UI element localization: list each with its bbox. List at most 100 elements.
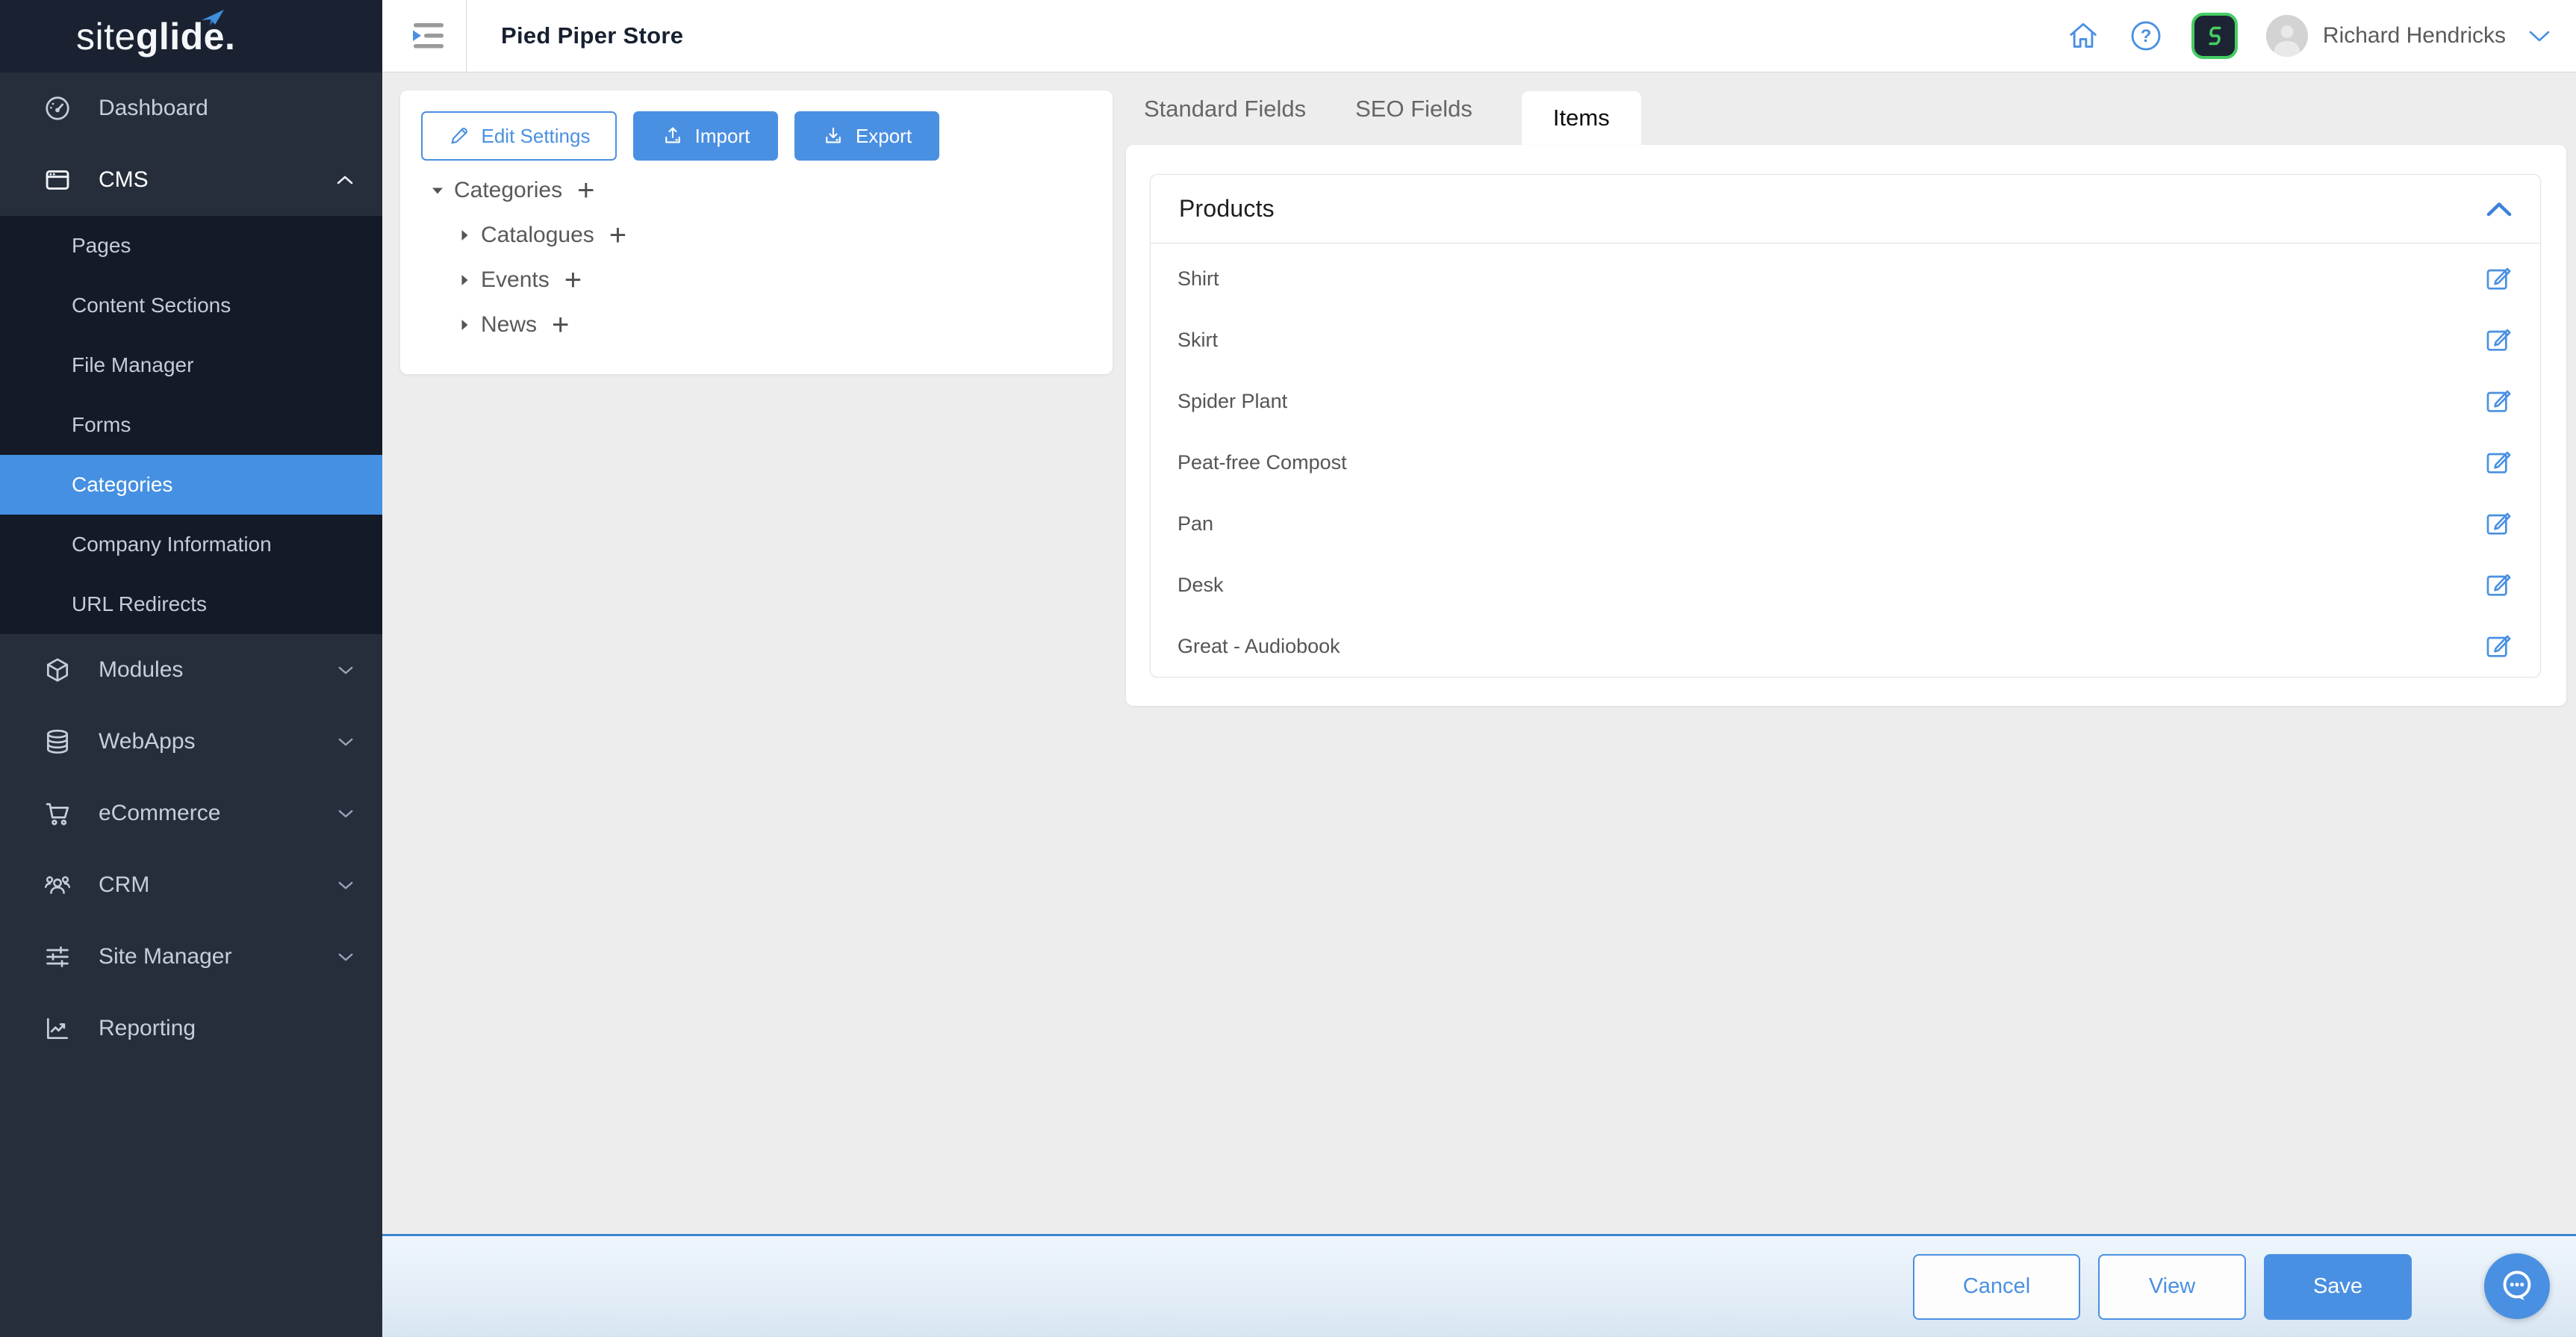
caret-collapsed-icon[interactable] [448, 274, 481, 286]
product-row: Skirt [1151, 309, 2540, 370]
siteglide-badge-icon[interactable] [2191, 13, 2238, 59]
tree-node-events: Events + [421, 258, 1113, 303]
view-button[interactable]: View [2098, 1254, 2246, 1320]
cms-submenu: Pages Content Sections File Manager Form… [0, 216, 382, 634]
chevron-down-icon [2528, 30, 2551, 43]
tree-node-catalogues: Catalogues + [421, 213, 1113, 258]
edit-item-icon[interactable] [2483, 325, 2513, 355]
database-icon [42, 726, 73, 757]
product-row: Shirt [1151, 248, 2540, 309]
edit-item-icon[interactable] [2483, 447, 2513, 477]
main-area: Pied Piper Store ? Richard Hendricks [382, 0, 2576, 1337]
logo-site: site [76, 16, 136, 58]
sidebar-item-company-information[interactable]: Company Information [0, 515, 382, 574]
caret-collapsed-icon[interactable] [448, 319, 481, 331]
categories-toolbar: Edit Settings Import Export [421, 111, 1113, 161]
product-name: Skirt [1177, 329, 1218, 352]
sidebar-item-forms[interactable]: Forms [0, 395, 382, 455]
import-label: Import [695, 125, 750, 148]
submenu-label: Categories [72, 473, 172, 497]
browser-window-icon [42, 164, 73, 196]
product-row: Spider Plant [1151, 370, 2540, 432]
sidebar-item-crm[interactable]: CRM [0, 849, 382, 921]
sidebar: siteglide. Dashboard CMS [0, 0, 382, 1337]
product-row: Pan [1151, 493, 2540, 554]
sidebar-item-file-manager[interactable]: File Manager [0, 335, 382, 395]
tree-node-label[interactable]: Events [481, 267, 550, 293]
sidebar-item-site-manager[interactable]: Site Manager [0, 921, 382, 993]
chevron-down-icon [337, 809, 354, 819]
users-icon [42, 869, 73, 901]
tab-seo-fields[interactable]: SEO Fields [1355, 96, 1472, 122]
export-button[interactable]: Export [794, 111, 939, 161]
sidebar-item-label: Modules [99, 657, 183, 683]
sidebar-item-cms[interactable]: CMS [0, 144, 382, 216]
sidebar-item-webapps[interactable]: WebApps [0, 706, 382, 778]
tree-node-news: News + [421, 303, 1113, 347]
add-category-button[interactable]: + [564, 265, 582, 295]
product-name: Shirt [1177, 267, 1219, 291]
topbar: Pied Piper Store ? Richard Hendricks [382, 0, 2576, 72]
user-menu[interactable]: Richard Hendricks [2266, 15, 2551, 57]
sidebar-item-dashboard[interactable]: Dashboard [0, 72, 382, 144]
sidebar-item-label: Site Manager [99, 944, 231, 970]
products-header[interactable]: Products [1151, 175, 2540, 243]
caret-expanded-icon[interactable] [421, 187, 454, 195]
tab-items[interactable]: Items [1522, 91, 1641, 145]
sidebar-item-pages[interactable]: Pages [0, 216, 382, 276]
cube-icon [42, 654, 73, 686]
submenu-label: Forms [72, 413, 131, 437]
sidebar-item-reporting[interactable]: Reporting [0, 993, 382, 1064]
add-category-button[interactable]: + [552, 310, 569, 340]
edit-item-icon[interactable] [2483, 570, 2513, 600]
sidebar-item-ecommerce[interactable]: eCommerce [0, 778, 382, 849]
topbar-actions: ? Richard Hendricks [2066, 13, 2576, 59]
chevron-down-icon [337, 952, 354, 962]
tree-node-label[interactable]: Categories [454, 178, 562, 203]
avatar [2266, 15, 2308, 57]
footer-action-bar: Cancel View Save [382, 1234, 2576, 1337]
svg-text:?: ? [2141, 26, 2152, 46]
sidebar-item-modules[interactable]: Modules [0, 634, 382, 706]
logo[interactable]: siteglide. [0, 0, 382, 72]
add-category-button[interactable]: + [609, 220, 626, 250]
submenu-label: Company Information [72, 533, 272, 556]
sidebar-item-label: Dashboard [99, 96, 208, 121]
cancel-button[interactable]: Cancel [1913, 1254, 2080, 1320]
tabs: Standard Fields SEO Fields Items [1126, 72, 2566, 145]
sidebar-item-categories[interactable]: Categories [0, 455, 382, 515]
tree-node-label[interactable]: Catalogues [481, 223, 594, 248]
chat-widget-button[interactable] [2484, 1253, 2550, 1319]
product-name: Desk [1177, 574, 1224, 597]
page-title: Pied Piper Store [501, 22, 683, 49]
collapse-sidebar-icon[interactable] [405, 16, 451, 55]
product-name: Pan [1177, 512, 1213, 536]
tab-standard-fields[interactable]: Standard Fields [1144, 96, 1306, 122]
paper-plane-icon [200, 9, 225, 32]
product-row: Desk [1151, 554, 2540, 615]
sidebar-item-url-redirects[interactable]: URL Redirects [0, 574, 382, 634]
add-category-button[interactable]: + [577, 176, 594, 205]
siteglide-admin-app: siteglide. Dashboard CMS [0, 0, 2576, 1337]
home-icon[interactable] [2066, 19, 2100, 53]
products-card: Products Shirt Skirt [1150, 174, 2541, 677]
chevron-down-icon [337, 881, 354, 890]
product-name: Spider Plant [1177, 390, 1287, 413]
tree-node-label[interactable]: News [481, 312, 537, 338]
collapse-section-icon[interactable] [2486, 202, 2512, 217]
sidebar-item-content-sections[interactable]: Content Sections [0, 276, 382, 335]
edit-item-icon[interactable] [2483, 386, 2513, 416]
submenu-label: URL Redirects [72, 592, 207, 616]
caret-collapsed-icon[interactable] [448, 229, 481, 241]
category-tree: Categories + Catalogues + [421, 168, 1113, 347]
chart-line-icon [42, 1013, 73, 1044]
help-icon[interactable]: ? [2129, 19, 2163, 53]
edit-item-icon[interactable] [2483, 264, 2513, 294]
product-row: Great - Audiobook [1151, 615, 2540, 677]
sidebar-item-label: WebApps [99, 729, 196, 754]
edit-item-icon[interactable] [2483, 631, 2513, 661]
edit-item-icon[interactable] [2483, 509, 2513, 539]
save-button[interactable]: Save [2264, 1254, 2412, 1320]
import-button[interactable]: Import [633, 111, 778, 161]
edit-settings-button[interactable]: Edit Settings [421, 111, 617, 161]
